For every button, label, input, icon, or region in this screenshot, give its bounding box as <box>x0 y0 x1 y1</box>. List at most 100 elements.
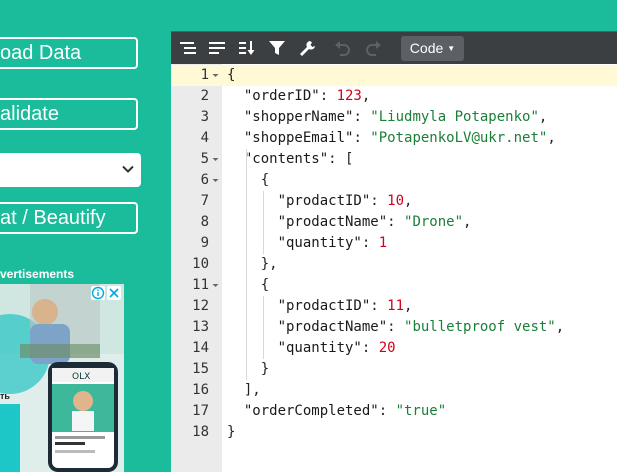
redo-icon[interactable] <box>364 40 382 56</box>
json-punctuation: : <box>370 193 388 209</box>
json-string: "PotapenkoLV@ukr.net" <box>370 130 548 146</box>
svg-text:OLX: OLX <box>72 372 90 382</box>
json-key: "orderID" <box>243 88 320 104</box>
code-line[interactable]: 12 "prodactID": 11, <box>171 296 617 317</box>
code-line[interactable]: 11 { <box>171 275 617 296</box>
json-number: 20 <box>378 340 396 356</box>
editor-toolbar: Code ▼ <box>171 31 617 64</box>
code-text: "prodactID": 11, <box>227 296 413 317</box>
code-text: { <box>227 170 269 191</box>
code-line[interactable]: 15 } <box>171 359 617 380</box>
json-key: "orderCompleted" <box>243 403 379 419</box>
load-data-button[interactable]: oad Data <box>0 37 138 69</box>
undo-icon[interactable] <box>334 40 352 56</box>
line-number: 13 <box>192 319 209 335</box>
code-line[interactable]: 18} <box>171 422 617 443</box>
code-line[interactable]: 16 ], <box>171 380 617 401</box>
code-line[interactable]: 7 "prodactID": 10, <box>171 191 617 212</box>
line-number: 9 <box>200 235 209 251</box>
validate-button[interactable]: alidate <box>0 98 138 130</box>
line-number: 12 <box>192 298 209 314</box>
format-beautify-button[interactable]: at / Beautify <box>0 202 138 234</box>
json-punctuation: : <box>370 298 388 314</box>
line-number: 11 <box>192 277 209 293</box>
json-punctuation: } <box>227 424 236 440</box>
line-number: 5 <box>200 151 209 167</box>
code-text: "shoppeEmail": "PotapenkoLV@ukr.net", <box>227 128 556 149</box>
advertisement-banner[interactable]: OLX ть <box>0 284 124 472</box>
json-punctuation: , <box>547 130 556 146</box>
filter-icon[interactable] <box>268 40 286 56</box>
code-line[interactable]: 14 "quantity": 20 <box>171 338 617 359</box>
code-line[interactable]: 13 "prodactName": "bulletproof vest", <box>171 317 617 338</box>
code-line[interactable]: 17 "orderCompleted": "true" <box>171 401 617 422</box>
line-number: 4 <box>200 130 209 146</box>
line-number: 10 <box>192 256 209 272</box>
options-select[interactable] <box>0 153 141 187</box>
fold-toggle-icon[interactable] <box>211 170 220 191</box>
fold-toggle-icon[interactable] <box>211 275 220 296</box>
line-number: 16 <box>192 382 209 398</box>
line-number: 14 <box>192 340 209 356</box>
json-punctuation: : <box>361 340 379 356</box>
code-line[interactable]: 5 "contents": [ <box>171 149 617 170</box>
advertisements-label: vertisements <box>0 267 75 281</box>
code-line[interactable]: 6 { <box>171 170 617 191</box>
json-number: 1 <box>378 235 388 251</box>
json-key: "shoppeEmail" <box>243 130 354 146</box>
mode-label: Code <box>409 40 444 56</box>
json-key: "quantity" <box>277 235 362 251</box>
caret-down-icon: ▼ <box>447 44 456 53</box>
line-number: 1 <box>200 67 209 83</box>
mode-select-button[interactable]: Code ▼ <box>401 36 464 61</box>
fold-toggle-icon[interactable] <box>211 149 220 170</box>
code-text: { <box>227 65 235 86</box>
code-line[interactable]: 10 }, <box>171 254 617 275</box>
ad-info-icon[interactable] <box>91 286 105 300</box>
code-text: "orderID": 123, <box>227 86 370 107</box>
code-text: } <box>227 359 269 380</box>
json-punctuation: { <box>260 277 270 293</box>
json-key: "quantity" <box>277 340 362 356</box>
code-text: "orderCompleted": "true" <box>227 401 446 422</box>
json-punctuation: : <box>353 109 371 125</box>
json-punctuation: , <box>463 214 472 230</box>
json-punctuation: : <box>361 235 379 251</box>
code-line[interactable]: 8 "prodactName": "Drone", <box>171 212 617 233</box>
sort-icon[interactable] <box>238 40 256 56</box>
format-icon[interactable] <box>179 40 197 56</box>
code-line[interactable]: 1{ <box>171 65 617 86</box>
code-text: "quantity": 1 <box>227 233 388 254</box>
json-punctuation: }, <box>260 256 278 272</box>
json-key: "prodactID" <box>277 193 371 209</box>
indent-guide <box>262 191 264 254</box>
fold-toggle-icon[interactable] <box>211 65 220 86</box>
repair-icon[interactable] <box>298 40 316 56</box>
json-key: "shopperName" <box>243 109 354 125</box>
code-text: "shopperName": "Liudmyla Potapenko", <box>227 107 547 128</box>
compact-icon[interactable] <box>208 40 226 56</box>
code-text: } <box>227 422 235 443</box>
json-string: "true" <box>395 403 447 419</box>
json-punctuation: , <box>538 109 548 125</box>
json-number: 11 <box>387 298 405 314</box>
code-line[interactable]: 2 "orderID": 123, <box>171 86 617 107</box>
line-number: 15 <box>192 361 209 377</box>
code-line[interactable]: 4 "shoppeEmail": "PotapenkoLV@ukr.net", <box>171 128 617 149</box>
json-punctuation: : <box>387 319 405 335</box>
json-punctuation: { <box>260 172 270 188</box>
code-line[interactable]: 3 "shopperName": "Liudmyla Potapenko", <box>171 107 617 128</box>
code-text: "prodactName": "bulletproof vest", <box>227 317 565 338</box>
line-number: 18 <box>192 424 209 440</box>
code-line[interactable]: 9 "quantity": 1 <box>171 233 617 254</box>
ad-close-icon[interactable] <box>107 286 121 300</box>
